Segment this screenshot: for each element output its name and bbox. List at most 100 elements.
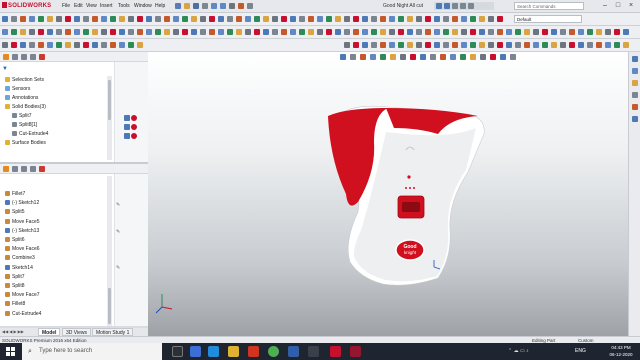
tree-top-scrollbar[interactable] [107,76,112,160]
chrome-icon[interactable] [268,346,279,357]
tree-item[interactable]: Solid Bodies(3) [5,103,46,112]
toolbar-command-icon[interactable] [101,42,107,48]
toolbar-command-icon[interactable] [38,29,44,35]
toolbar-command-icon[interactable] [335,16,341,22]
word-icon[interactable] [288,346,299,357]
toolbar-command-icon[interactable] [551,42,557,48]
toolbar-command-icon[interactable] [101,29,107,35]
toolbar-command-icon[interactable] [425,16,431,22]
toolbar-command-icon[interactable] [560,29,566,35]
toolbar-command-icon[interactable] [326,16,332,22]
toolbar-command-icon[interactable] [578,29,584,35]
file-explorer-icon[interactable] [632,80,638,86]
toolbar-command-icon[interactable] [182,16,188,22]
toolbar-command-icon[interactable] [542,29,548,35]
toolbar-command-icon[interactable] [416,16,422,22]
tree-item[interactable]: Move Face5 [5,218,40,227]
folder-taskbar-icon[interactable] [228,346,239,357]
task-view-icon[interactable] [172,346,183,357]
toolbar-command-icon[interactable] [470,16,476,22]
toolbar-command-icon[interactable] [290,16,296,22]
toolbar-command-icon[interactable] [155,29,161,35]
toolbar-command-icon[interactable] [281,16,287,22]
toolbar-command-icon[interactable] [290,29,296,35]
toolbar-command-icon[interactable] [380,29,386,35]
toolbar-command-icon[interactable] [389,42,395,48]
tree-item[interactable]: Split5 [5,208,25,217]
toolbar-command-icon[interactable] [236,16,242,22]
body-display-icon[interactable] [124,115,130,121]
toolbar-command-icon[interactable] [407,29,413,35]
close-button[interactable]: × [626,1,636,11]
toolbar-command-icon[interactable] [173,16,179,22]
tree-bottom-scrollbar[interactable] [107,176,112,326]
minimize-button[interactable]: – [600,1,610,11]
toolbar-command-icon[interactable] [47,29,53,35]
appearance-color-icon[interactable] [131,115,137,121]
toolbar-command-icon[interactable] [479,42,485,48]
dimxpert-tab-icon[interactable] [30,54,36,60]
toolbar-command-icon[interactable] [65,29,71,35]
toolbar-command-icon[interactable] [227,16,233,22]
toolbar-command-icon[interactable] [614,42,620,48]
toolbar-command-icon[interactable] [119,16,125,22]
toolbar-command-icon[interactable] [155,16,161,22]
open-icon[interactable] [184,3,190,9]
tree-item[interactable]: Fillet8 [5,300,25,309]
toolbar-command-icon[interactable] [371,16,377,22]
toolbar-command-icon[interactable] [317,29,323,35]
toolbar-command-icon[interactable] [137,29,143,35]
toolbar-command-icon[interactable] [425,29,431,35]
tree-item[interactable]: Move Face6 [5,245,40,254]
toolbar-command-icon[interactable] [56,42,62,48]
toolbar-command-icon[interactable] [353,16,359,22]
toolbar-command-icon[interactable] [20,16,26,22]
menu-file[interactable]: File [62,3,70,9]
tree-item[interactable]: Sketch14 [5,264,33,273]
maximize-button[interactable]: □ [613,1,623,11]
toolbar-command-icon[interactable] [245,16,251,22]
toolbar-command-icon[interactable] [389,29,395,35]
toolbar-command-icon[interactable] [353,42,359,48]
toolbar-command-icon[interactable] [452,16,458,22]
toolbar-command-icon[interactable] [146,29,152,35]
tree-item[interactable]: Combine3 [5,254,35,263]
toolbar-command-icon[interactable] [92,16,98,22]
print-icon[interactable] [202,3,208,9]
toolbar-command-icon[interactable] [218,16,224,22]
toolbar-command-icon[interactable] [578,42,584,48]
tree-item[interactable]: Cut-Extrude4 [12,130,48,139]
toolbar-command-icon[interactable] [506,29,512,35]
toolbar-command-icon[interactable] [371,29,377,35]
toolbar-command-icon[interactable] [56,29,62,35]
toolbar-command-icon[interactable] [119,29,125,35]
tab-motion-study[interactable]: Motion Study 1 [92,328,134,336]
appearance-color-icon[interactable] [131,124,137,130]
toolbar-command-icon[interactable] [479,16,485,22]
toolbar-command-icon[interactable] [416,29,422,35]
toolbar-command-icon[interactable] [29,29,35,35]
toolbar-command-icon[interactable] [137,42,143,48]
toolbar-command-icon[interactable] [515,42,521,48]
toolbar-command-icon[interactable] [380,16,386,22]
save-icon[interactable] [193,3,199,9]
taskbar-clock[interactable]: 04:43 PM 06-12-2020 [605,344,637,358]
toolbar-command-icon[interactable] [110,42,116,48]
tab-3d-views[interactable]: 3D Views [62,328,92,336]
toolbar-command-icon[interactable] [128,42,134,48]
toolbar-command-icon[interactable] [479,29,485,35]
language-indicator[interactable]: ENG [575,348,586,354]
toolbar-command-icon[interactable] [461,42,467,48]
resources-icon[interactable] [632,56,638,62]
undo-icon[interactable] [211,3,217,9]
toolbar-command-icon[interactable] [38,16,44,22]
toolbar-command-icon[interactable] [434,42,440,48]
search-commands-input[interactable]: Search Commands [514,2,584,10]
toolbar-command-icon[interactable] [371,42,377,48]
toolbar-command-icon[interactable] [137,16,143,22]
toolbar-command-icon[interactable] [497,29,503,35]
toolbar-command-icon[interactable] [218,29,224,35]
office-icon[interactable] [248,346,259,357]
tab-nav-arrows[interactable]: ◀◀ ◀ ▶ ▶▶ [2,329,36,335]
menu-tools[interactable]: Tools [118,3,130,9]
